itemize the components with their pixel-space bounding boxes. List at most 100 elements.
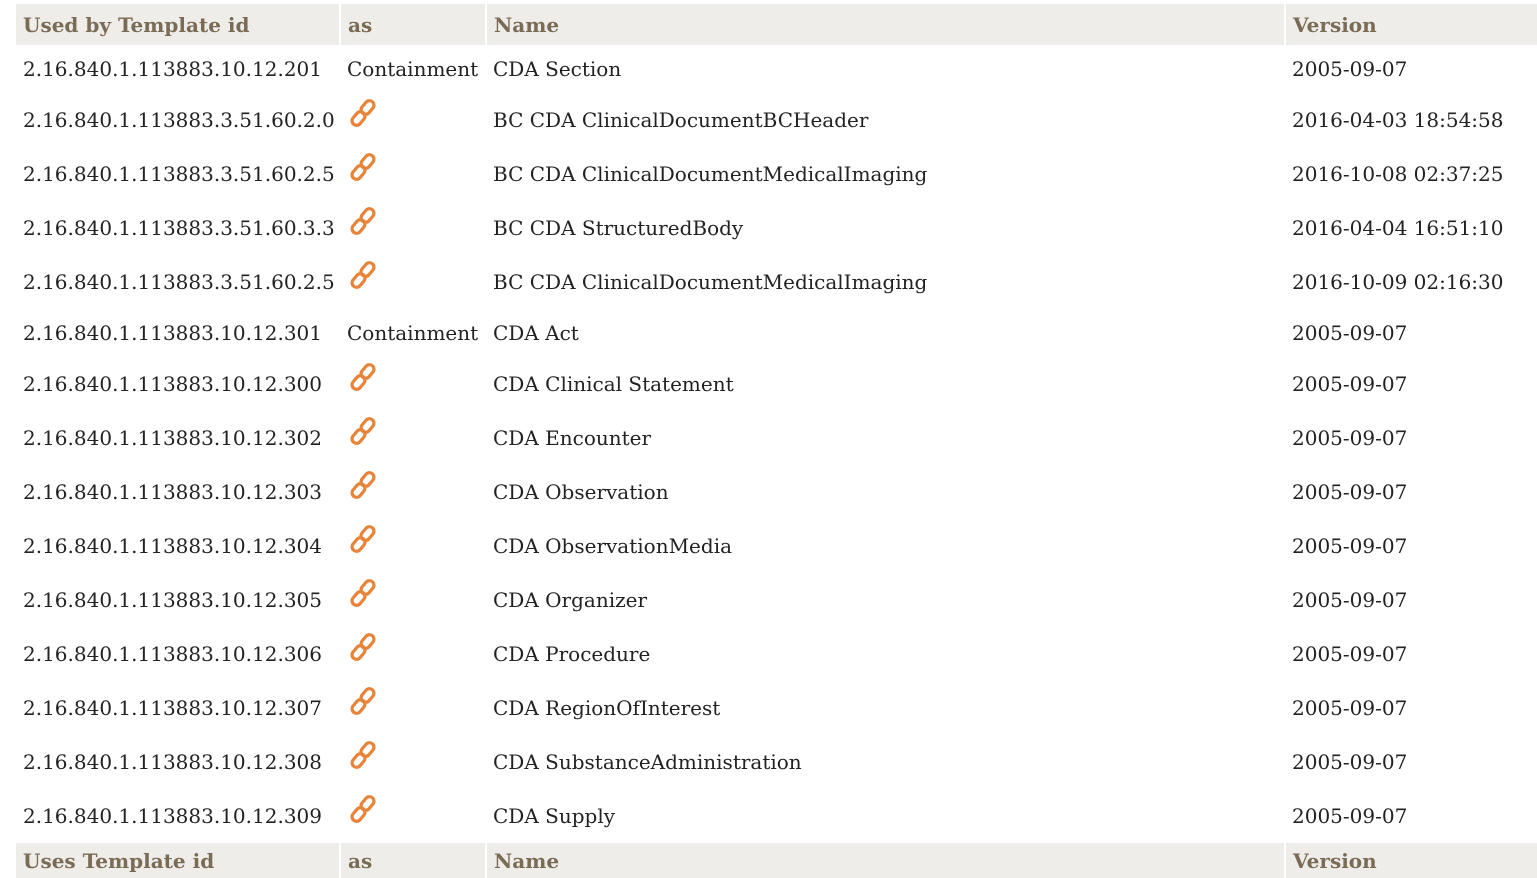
template-id-cell: 2.16.840.1.113883.3.51.60.2.5 [23, 162, 335, 186]
version-cell: 2016-04-04 16:51:10 [1292, 216, 1504, 240]
version-cell: 2005-09-07 [1292, 426, 1408, 450]
name-cell: BC CDA StructuredBody [493, 216, 744, 240]
template-id-cell: 2.16.840.1.113883.10.12.300 [23, 372, 322, 396]
uses-template-id-header: Uses Template id [16, 843, 340, 878]
used-by-rows: 2.16.840.1.113883.10.12.201 Containment CD… [16, 45, 1537, 843]
as-header: as [339, 4, 486, 45]
name-cell: BC CDA ClinicalDocumentMedicalImaging [493, 162, 928, 186]
as-cell: Containment [347, 57, 479, 81]
as-cell[interactable] [340, 519, 486, 573]
name-cell: CDA Encounter [493, 426, 652, 450]
version-header: Version [1284, 4, 1537, 45]
version-cell: 2005-09-07 [1292, 696, 1408, 720]
uses-header-row: Uses Template id as Name Version [16, 843, 1537, 878]
used-by-header-row: Used by Template id as Name Version [16, 4, 1537, 45]
name-header: Name [485, 4, 1285, 45]
as-cell[interactable] [340, 735, 486, 789]
uses-version-header: Version [1284, 843, 1537, 878]
name-cell: CDA ObservationMedia [493, 534, 733, 558]
as-cell[interactable] [340, 147, 486, 201]
link-icon[interactable] [347, 739, 381, 773]
as-cell[interactable] [340, 93, 486, 147]
name-cell: CDA Clinical Statement [493, 372, 734, 396]
template-id-cell: 2.16.840.1.113883.10.12.302 [23, 426, 322, 450]
name-cell: CDA Act [493, 321, 579, 345]
table-row: 2.16.840.1.113883.10.12.304 CDA Observati… [16, 519, 1537, 573]
link-icon[interactable] [347, 523, 381, 557]
table-row: 2.16.840.1.113883.3.51.60.2.5 BC CDA Clin… [16, 147, 1537, 201]
name-cell: CDA RegionOfInterest [493, 696, 721, 720]
link-icon[interactable] [347, 685, 381, 719]
template-id-cell: 2.16.840.1.113883.10.12.307 [23, 696, 322, 720]
table-row: 2.16.840.1.113883.3.51.60.2.5 BC CDA Clin… [16, 255, 1537, 309]
link-icon[interactable] [347, 631, 381, 665]
version-cell: 2005-09-07 [1292, 480, 1408, 504]
as-cell[interactable] [340, 201, 486, 255]
template-id-cell: 2.16.840.1.113883.3.51.60.3.3 [23, 216, 335, 240]
table-row: 2.16.840.1.113883.3.51.60.3.3 BC CDA Stru… [16, 201, 1537, 255]
link-icon[interactable] [347, 361, 381, 395]
used-by-template-id-header: Used by Template id [16, 4, 340, 45]
table-row: 2.16.840.1.113883.10.12.201 Containment CD… [16, 45, 1537, 93]
template-relations: Used by Template id as Name Version 2.16… [16, 4, 1537, 878]
name-cell: BC CDA ClinicalDocumentMedicalImaging [493, 270, 928, 294]
link-icon[interactable] [347, 469, 381, 503]
version-cell: 2005-09-07 [1292, 588, 1408, 612]
as-cell[interactable] [340, 627, 486, 681]
template-id-cell: 2.16.840.1.113883.10.12.308 [23, 750, 322, 774]
name-cell: CDA Section [493, 57, 622, 81]
link-icon[interactable] [347, 151, 381, 185]
uses-as-header: as [339, 843, 486, 878]
uses-name-header: Name [485, 843, 1285, 878]
link-icon[interactable] [347, 793, 381, 827]
template-id-cell: 2.16.840.1.113883.10.12.305 [23, 588, 322, 612]
version-cell: 2005-09-07 [1292, 750, 1408, 774]
table-row: 2.16.840.1.113883.10.12.305 CDA Organizer… [16, 573, 1537, 627]
template-table: Used by Template id as Name Version 2.16… [16, 4, 1537, 878]
name-cell: CDA Organizer [493, 588, 648, 612]
table-row: 2.16.840.1.113883.10.12.308 CDA Substance… [16, 735, 1537, 789]
version-cell: 2016-04-03 18:54:58 [1292, 108, 1504, 132]
as-cell[interactable] [340, 465, 486, 519]
as-cell[interactable] [340, 357, 486, 411]
as-cell[interactable] [340, 411, 486, 465]
table-row: 2.16.840.1.113883.10.12.300 CDA Clinical … [16, 357, 1537, 411]
as-cell: Containment [347, 321, 479, 345]
table-row: 2.16.840.1.113883.3.51.60.2.0 BC CDA Clin… [16, 93, 1537, 147]
name-cell: BC CDA ClinicalDocumentBCHeader [493, 108, 869, 132]
as-cell[interactable] [340, 681, 486, 735]
link-icon[interactable] [347, 205, 381, 239]
link-icon[interactable] [347, 415, 381, 449]
as-cell[interactable] [340, 789, 486, 843]
version-cell: 2016-10-08 02:37:25 [1292, 162, 1504, 186]
name-cell: CDA Observation [493, 480, 669, 504]
link-icon[interactable] [347, 577, 381, 611]
table-row: 2.16.840.1.113883.10.12.307 CDA RegionOfI… [16, 681, 1537, 735]
version-cell: 2005-09-07 [1292, 534, 1408, 558]
template-id-cell: 2.16.840.1.113883.10.12.306 [23, 642, 322, 666]
table-row: 2.16.840.1.113883.10.12.309 CDA Supply 200… [16, 789, 1537, 843]
link-icon[interactable] [347, 97, 381, 131]
name-cell: CDA Procedure [493, 642, 651, 666]
version-cell: 2005-09-07 [1292, 642, 1408, 666]
version-cell: 2005-09-07 [1292, 804, 1408, 828]
name-cell: CDA Supply [493, 804, 616, 828]
table-row: 2.16.840.1.113883.10.12.306 CDA Procedure… [16, 627, 1537, 681]
template-id-cell: 2.16.840.1.113883.10.12.201 [23, 57, 322, 81]
as-cell[interactable] [340, 255, 486, 309]
table-row: 2.16.840.1.113883.10.12.302 CDA Encounter… [16, 411, 1537, 465]
as-cell[interactable] [340, 573, 486, 627]
name-cell: CDA SubstanceAdministration [493, 750, 802, 774]
version-cell: 2016-10-09 02:16:30 [1292, 270, 1504, 294]
template-id-cell: 2.16.840.1.113883.10.12.309 [23, 804, 322, 828]
template-id-cell: 2.16.840.1.113883.10.12.304 [23, 534, 322, 558]
version-cell: 2005-09-07 [1292, 57, 1408, 81]
version-cell: 2005-09-07 [1292, 321, 1408, 345]
table-row: 2.16.840.1.113883.10.12.303 CDA Observati… [16, 465, 1537, 519]
link-icon[interactable] [347, 259, 381, 293]
version-cell: 2005-09-07 [1292, 372, 1408, 396]
table-row: 2.16.840.1.113883.10.12.301 Containment CD… [16, 309, 1537, 357]
template-id-cell: 2.16.840.1.113883.3.51.60.2.0 [23, 108, 335, 132]
template-id-cell: 2.16.840.1.113883.10.12.301 [23, 321, 322, 345]
template-id-cell: 2.16.840.1.113883.10.12.303 [23, 480, 322, 504]
